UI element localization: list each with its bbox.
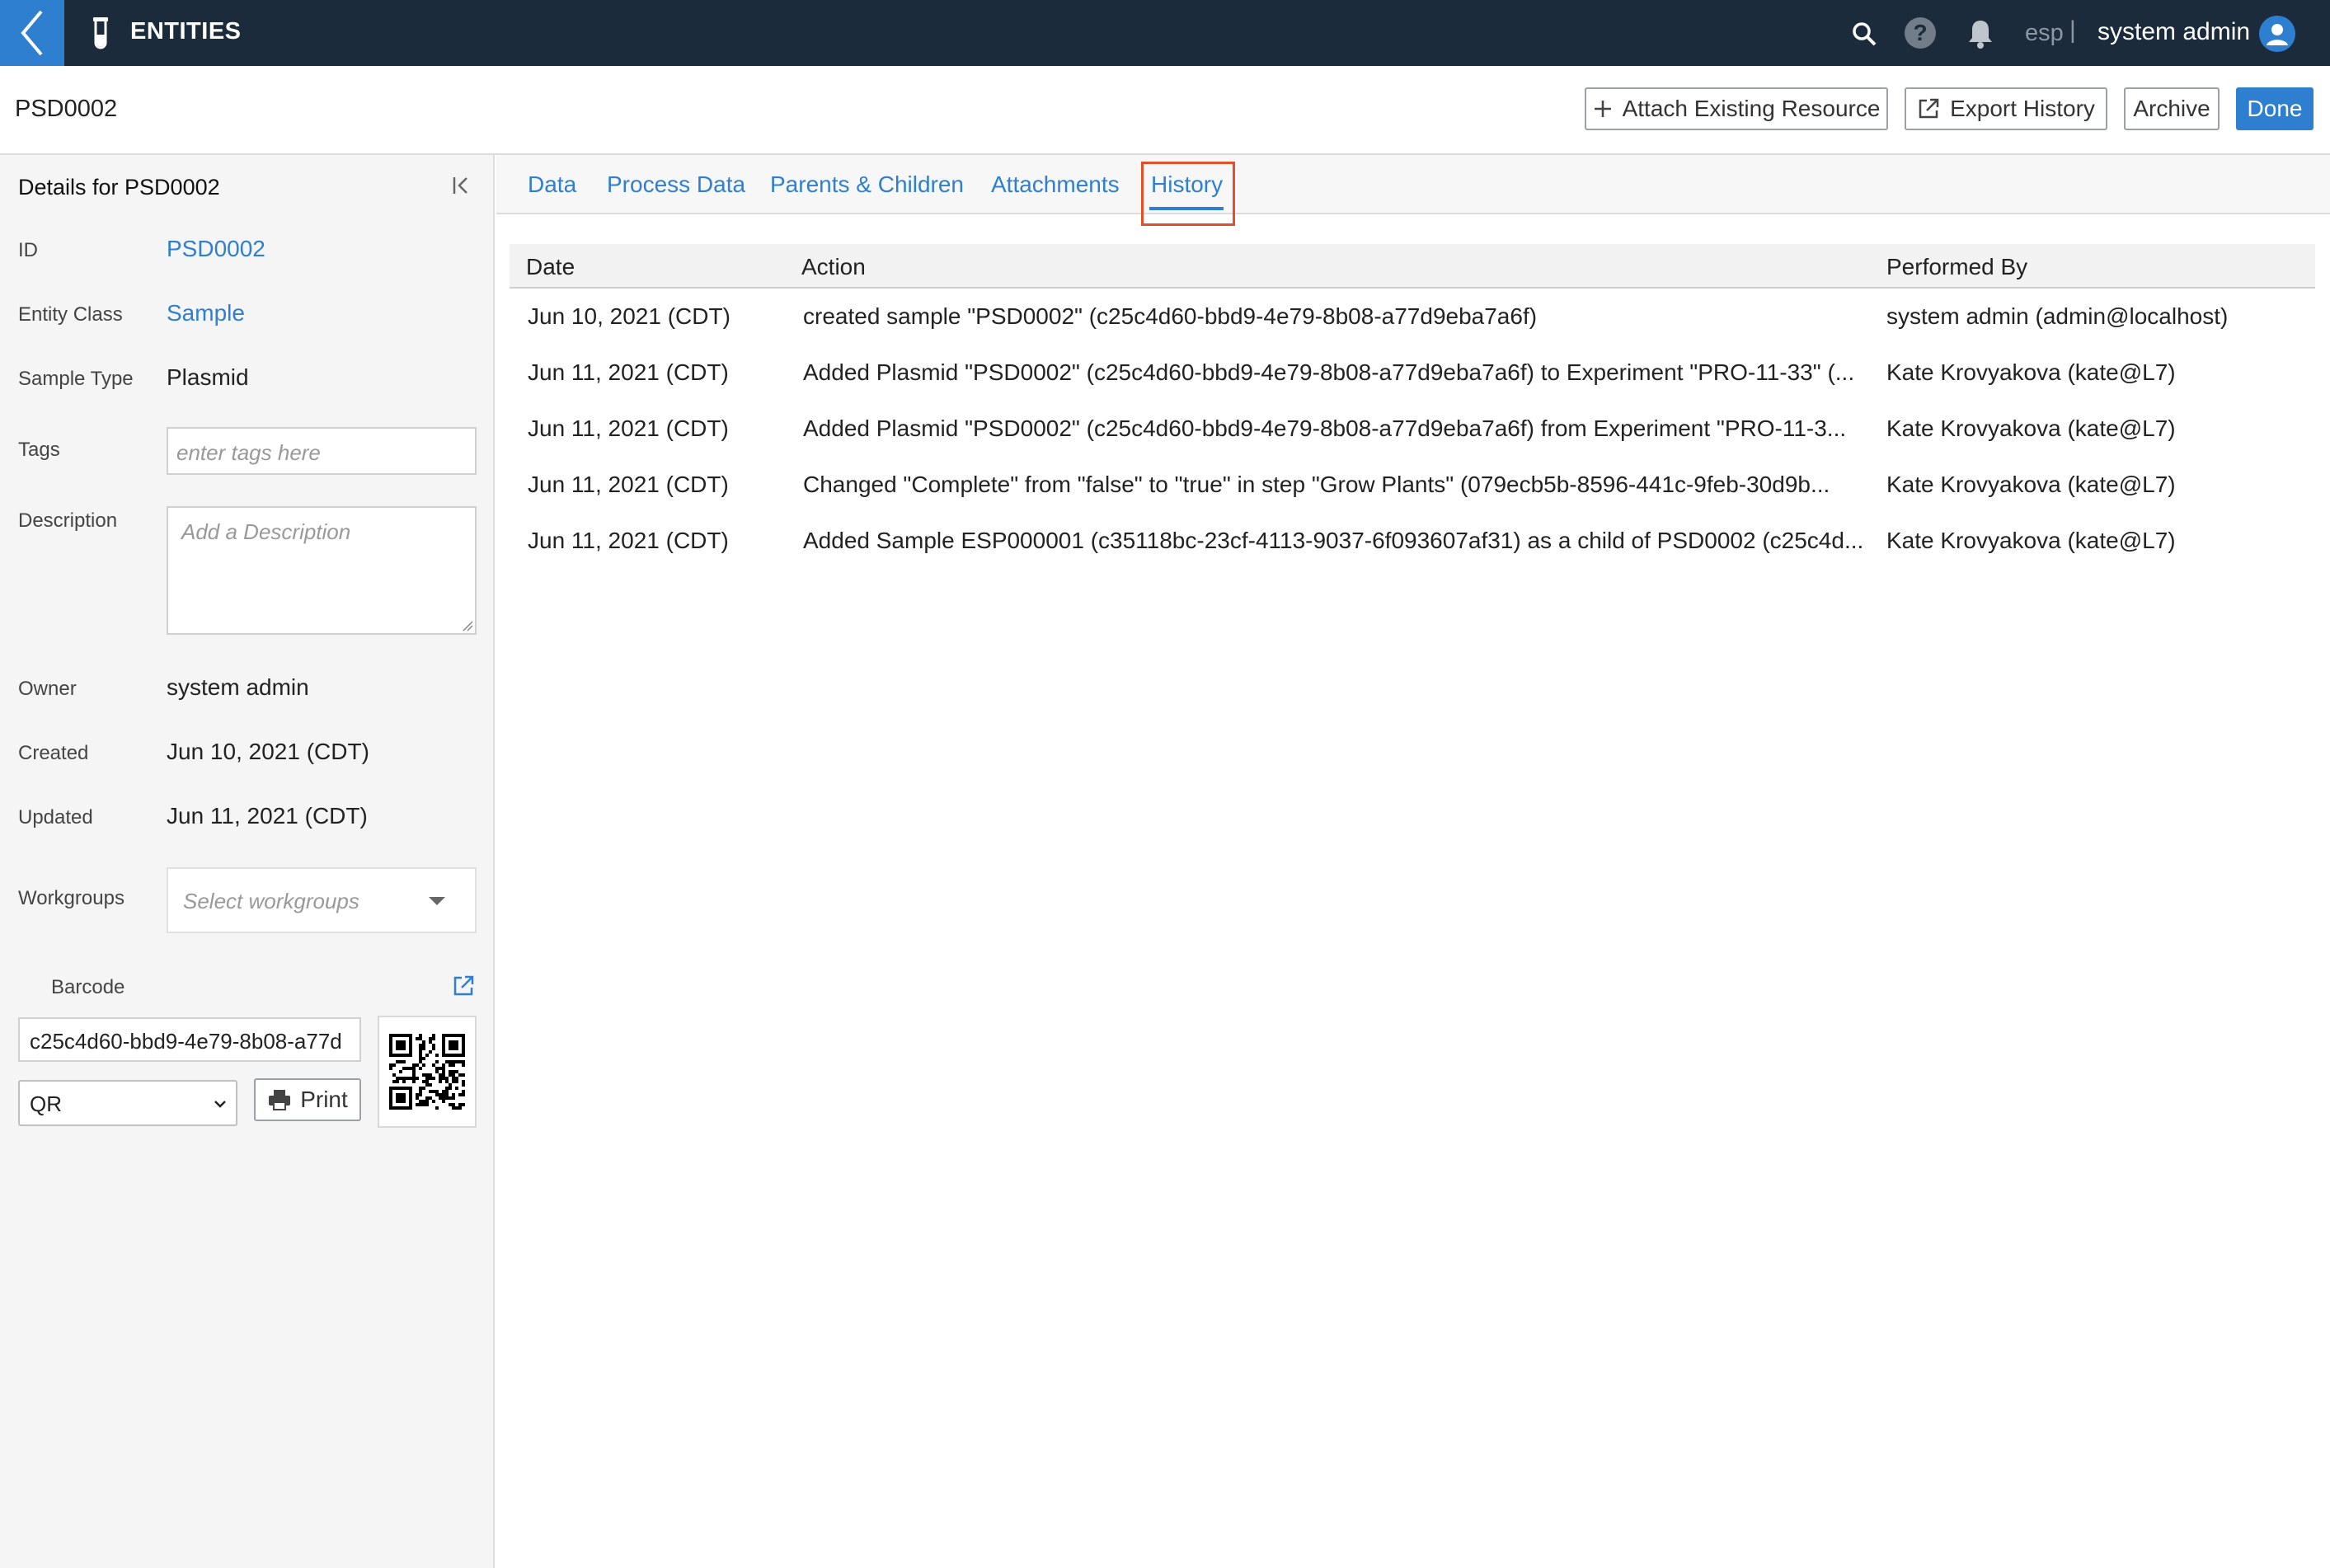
row-action: Added Plasmid "PSD0002" (c25c4d60-bbd9-4…: [803, 415, 1847, 441]
sample-type-value: Plasmid: [167, 364, 249, 390]
language-selector[interactable]: esp: [2025, 20, 2064, 47]
owner-label: Owner: [18, 678, 77, 700]
page-header: PSD0002 Attach Existing Resource Export …: [0, 66, 2330, 155]
row-date: Jun 10, 2021 (CDT): [528, 303, 730, 329]
print-label: Print: [300, 1087, 348, 1112]
owner-value: system admin: [167, 674, 309, 700]
details-title: Details for PSD0002: [18, 175, 220, 200]
barcode-label: Barcode: [51, 976, 125, 998]
row-action: Added Sample ESP000001 (c35118bc-23cf-41…: [803, 528, 1864, 553]
qr-code-icon: [389, 1034, 465, 1110]
tags-input[interactable]: enter tags here: [167, 427, 477, 475]
user-avatar-icon[interactable]: [2259, 16, 2295, 52]
attach-label: Attach Existing Resource: [1622, 96, 1881, 121]
row-date: Jun 11, 2021 (CDT): [528, 528, 729, 553]
user-name[interactable]: system admin: [2097, 18, 2250, 46]
test-tube-icon: [93, 17, 108, 49]
column-header-action[interactable]: Action: [801, 254, 866, 280]
printer-icon: [269, 1090, 291, 1110]
description-label: Description: [18, 509, 118, 532]
created-label: Created: [18, 742, 89, 764]
created-value: Jun 10, 2021 (CDT): [167, 739, 369, 764]
attach-existing-resource-button[interactable]: Attach Existing Resource: [1585, 87, 1888, 130]
workgroups-placeholder: Select workgroups: [183, 889, 359, 913]
id-label: ID: [18, 239, 38, 261]
details-panel: Details for PSD0002 ID PSD0002 Entity Cl…: [0, 155, 495, 1568]
resize-handle-icon[interactable]: [462, 620, 473, 631]
page-title: PSD0002: [15, 96, 118, 122]
caret-down-icon: [429, 897, 445, 905]
tab-attachments[interactable]: Attachments: [991, 171, 1120, 198]
tab-bar: Data Process Data Parents & Children Att…: [496, 155, 2330, 214]
tab-process-data[interactable]: Process Data: [607, 171, 745, 198]
export-label: Export History: [1950, 96, 2095, 121]
row-performed-by: Kate Krovyakova (kate@L7): [1886, 472, 2176, 497]
lang-separator: |: [2069, 16, 2076, 44]
table-row: Jun 11, 2021 (CDT) Added Plasmid "PSD000…: [510, 401, 2315, 457]
tab-highlight-box: [1141, 162, 1235, 226]
tab-parents-children[interactable]: Parents & Children: [770, 171, 964, 198]
entity-class-link[interactable]: Sample: [167, 300, 245, 326]
column-header-date[interactable]: Date: [526, 254, 575, 280]
description-placeholder: Add a Description: [181, 519, 351, 544]
history-table-header: Date Action Performed By: [510, 244, 2315, 289]
collapse-panel-icon[interactable]: [450, 173, 475, 198]
help-icon[interactable]: ?: [1905, 17, 1936, 49]
description-textarea[interactable]: Add a Description: [167, 506, 477, 635]
chevron-down-icon: [214, 1101, 226, 1108]
external-link-icon: [1919, 98, 1939, 119]
row-action: Changed "Complete" from "false" to "true…: [803, 472, 1830, 497]
table-row: Jun 11, 2021 (CDT) Changed "Complete" fr…: [510, 457, 2315, 513]
row-date: Jun 11, 2021 (CDT): [528, 415, 729, 441]
qr-code-image: [378, 1016, 477, 1128]
row-date: Jun 11, 2021 (CDT): [528, 472, 729, 497]
updated-label: Updated: [18, 806, 93, 829]
id-value-link[interactable]: PSD0002: [167, 236, 265, 262]
entity-class-label: Entity Class: [18, 303, 123, 326]
plus-icon: [1594, 101, 1611, 117]
done-button[interactable]: Done: [2236, 87, 2314, 130]
archive-button[interactable]: Archive: [2124, 87, 2220, 130]
sample-type-label: Sample Type: [18, 368, 134, 390]
print-button[interactable]: Print: [254, 1078, 361, 1121]
bell-icon[interactable]: [1966, 17, 1995, 50]
tab-data[interactable]: Data: [528, 171, 576, 198]
row-action: Added Plasmid "PSD0002" (c25c4d60-bbd9-4…: [803, 359, 1855, 385]
barcode-value-input[interactable]: c25c4d60-bbd9-4e79-8b08-a77d: [18, 1017, 361, 1062]
workgroups-label: Workgroups: [18, 887, 124, 909]
row-performed-by: Kate Krovyakova (kate@L7): [1886, 528, 2176, 553]
export-history-button[interactable]: Export History: [1905, 87, 2107, 130]
external-link-icon[interactable]: [452, 974, 475, 998]
app-title: ENTITIES: [130, 18, 242, 45]
row-performed-by: Kate Krovyakova (kate@L7): [1886, 359, 2176, 385]
row-date: Jun 11, 2021 (CDT): [528, 359, 729, 385]
row-performed-by: system admin (admin@localhost): [1886, 303, 2229, 329]
row-performed-by: Kate Krovyakova (kate@L7): [1886, 415, 2176, 441]
barcode-type-value: QR: [30, 1091, 62, 1116]
row-action: created sample "PSD0002" (c25c4d60-bbd9-…: [803, 303, 1538, 329]
back-icon: [21, 10, 43, 56]
table-row: Jun 10, 2021 (CDT) created sample "PSD00…: [510, 289, 2315, 345]
barcode-type-select[interactable]: QR: [18, 1080, 237, 1126]
table-row: Jun 11, 2021 (CDT) Added Sample ESP00000…: [510, 513, 2315, 569]
tags-label: Tags: [18, 439, 60, 461]
search-icon[interactable]: [1850, 20, 1878, 48]
column-header-performed-by[interactable]: Performed By: [1886, 254, 2027, 280]
top-nav-bar: ENTITIES ? esp | system admin: [0, 0, 2330, 66]
table-row: Jun 11, 2021 (CDT) Added Plasmid "PSD000…: [510, 345, 2315, 401]
workgroups-select[interactable]: Select workgroups: [167, 867, 477, 933]
updated-value: Jun 11, 2021 (CDT): [167, 803, 368, 829]
back-button[interactable]: [0, 0, 64, 66]
